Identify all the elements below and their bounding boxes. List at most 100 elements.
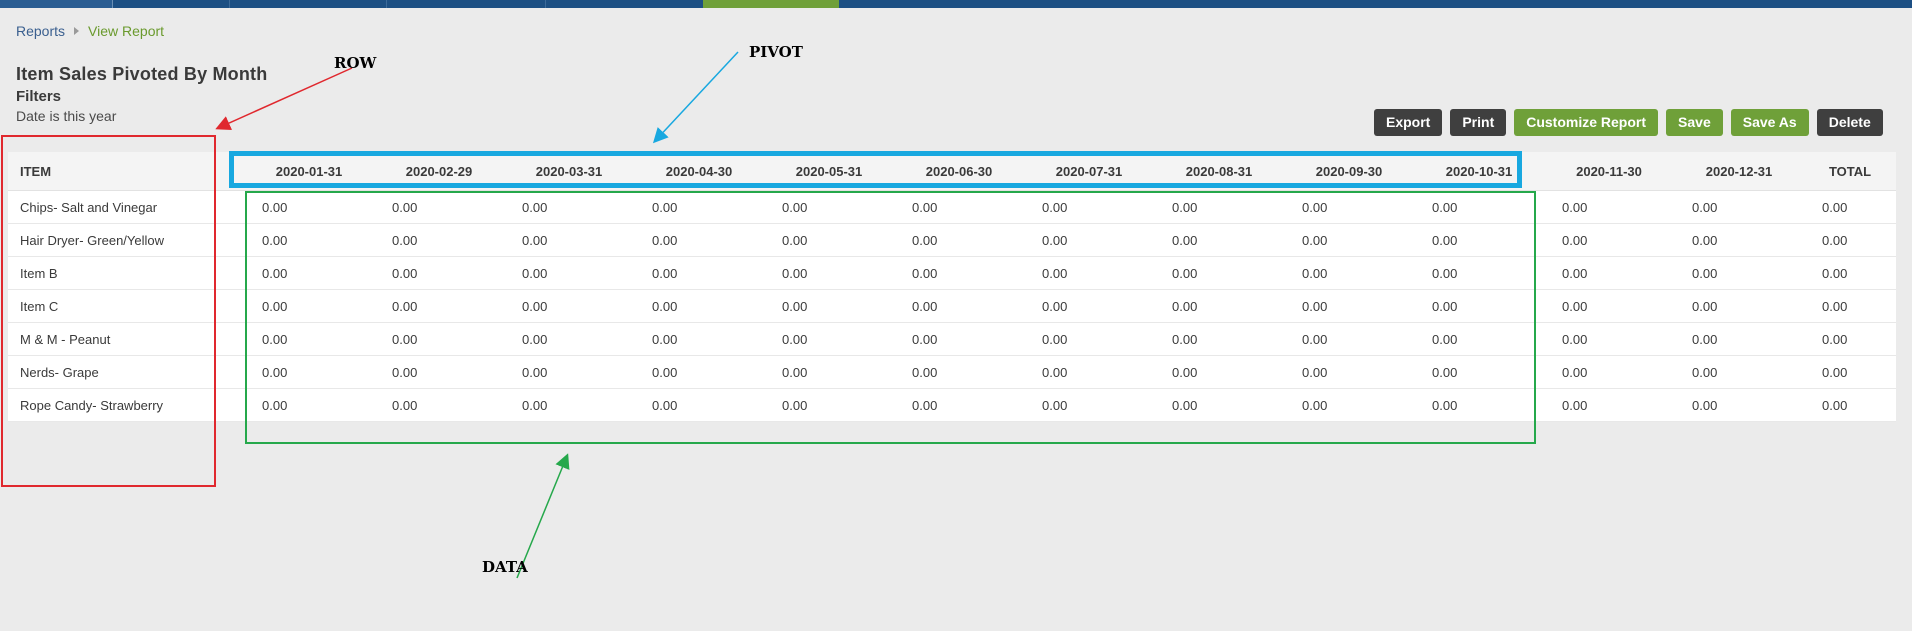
table-cell: 0.00 [1024, 289, 1154, 323]
table-cell: 0.00 [244, 322, 374, 356]
table-cell: 0.00 [244, 190, 374, 224]
table-cell: 0.00 [634, 190, 764, 224]
table-cell: 0.00 [374, 223, 504, 257]
table-cell: 0.00 [1674, 322, 1804, 356]
row-item-name: Item C [8, 289, 244, 323]
table-cell: 0.00 [1284, 289, 1414, 323]
column-header: 2020-03-31 [504, 152, 634, 191]
table-cell: 0.00 [1414, 256, 1544, 290]
table-cell: 0.00 [894, 322, 1024, 356]
table-body: Chips- Salt and Vinegar 0.00 0.00 0.00 0.00 0… [8, 190, 1896, 422]
row-item-name: Rope Candy- Strawberry [8, 388, 244, 422]
table-cell: 0.00 [1024, 190, 1154, 224]
table-cell: 0.00 [1674, 355, 1804, 389]
table-cell: 0.00 [374, 388, 504, 422]
table-cell: 0.00 [1414, 289, 1544, 323]
table-cell: 0.00 [1024, 355, 1154, 389]
table-cell: 0.00 [244, 388, 374, 422]
top-nav-bar [0, 0, 1912, 8]
table-cell: 0.00 [504, 289, 634, 323]
table-header-row: ITEM 2020-01-31 2020-02-29 2020-03-31 2020-… [8, 152, 1896, 191]
table-row: Hair Dryer- Green/Yellow 0.00 0.00 0.00 0.00… [8, 223, 1896, 257]
table-cell: 0.00 [1544, 289, 1674, 323]
table-cell: 0.00 [1414, 223, 1544, 257]
table-row: M & M - Peanut 0.00 0.00 0.00 0.00 0.00 0.00 0.… [8, 322, 1896, 356]
table-cell: 0.00 [1674, 388, 1804, 422]
table-cell: 0.00 [1804, 355, 1896, 389]
table-cell: 0.00 [374, 256, 504, 290]
table-row: Item C 0.00 0.00 0.00 0.00 0.00 0.00 0.00 0.00 0.… [8, 289, 1896, 323]
table-cell: 0.00 [634, 355, 764, 389]
print-button[interactable]: Print [1450, 109, 1507, 136]
data-annotation-label: DATA [482, 558, 528, 576]
table-cell: 0.00 [894, 289, 1024, 323]
table-cell: 0.00 [1154, 355, 1284, 389]
table-cell: 0.00 [504, 190, 634, 224]
table-cell: 0.00 [1544, 256, 1674, 290]
table-cell: 0.00 [634, 388, 764, 422]
column-header: 2020-11-30 [1544, 152, 1674, 191]
table-cell: 0.00 [1154, 190, 1284, 224]
table-row: Nerds- Grape 0.00 0.00 0.00 0.00 0.00 0.00 0.00… [8, 355, 1896, 389]
table-cell: 0.00 [244, 256, 374, 290]
nav-divider [386, 0, 387, 8]
column-header: 2020-12-31 [1674, 152, 1804, 191]
table-cell: 0.00 [1154, 223, 1284, 257]
table-cell: 0.00 [244, 223, 374, 257]
table-cell: 0.00 [634, 322, 764, 356]
chevron-right-icon [74, 27, 80, 35]
column-header: 2020-08-31 [1154, 152, 1284, 191]
pivot-arrow [652, 51, 739, 144]
table-cell: 0.00 [764, 355, 894, 389]
table-cell: 0.00 [1804, 190, 1896, 224]
table-cell: 0.00 [894, 388, 1024, 422]
table-cell: 0.00 [1414, 388, 1544, 422]
table-cell: 0.00 [244, 355, 374, 389]
table-cell: 0.00 [764, 289, 894, 323]
table-cell: 0.00 [1154, 322, 1284, 356]
table-cell: 0.00 [764, 256, 894, 290]
table-cell: 0.00 [764, 322, 894, 356]
row-annotation-label: ROW [334, 54, 377, 72]
delete-button[interactable]: Delete [1816, 109, 1883, 136]
save-as-button[interactable]: Save As [1730, 109, 1809, 136]
column-header: 2020-04-30 [634, 152, 764, 191]
breadcrumb-reports-link[interactable]: Reports [16, 23, 65, 39]
export-button[interactable]: Export [1374, 109, 1443, 136]
table-cell: 0.00 [1154, 256, 1284, 290]
table-cell: 0.00 [1284, 190, 1414, 224]
table-cell: 0.00 [374, 289, 504, 323]
report-table-container: ITEM 2020-01-31 2020-02-29 2020-03-31 2020-… [8, 152, 1896, 422]
table-cell: 0.00 [1804, 289, 1896, 323]
save-button[interactable]: Save [1666, 109, 1723, 136]
row-item-name: Chips- Salt and Vinegar [8, 190, 244, 224]
table-cell: 0.00 [1414, 355, 1544, 389]
table-cell: 0.00 [634, 289, 764, 323]
table-cell: 0.00 [504, 256, 634, 290]
table-cell: 0.00 [1414, 190, 1544, 224]
page-title: Item Sales Pivoted By Month [16, 64, 268, 84]
table-cell: 0.00 [1024, 388, 1154, 422]
table-cell: 0.00 [1414, 322, 1544, 356]
row-item-name: M & M - Peanut [8, 322, 244, 356]
table-cell: 0.00 [894, 355, 1024, 389]
table-cell: 0.00 [1544, 355, 1674, 389]
report-table: ITEM 2020-01-31 2020-02-29 2020-03-31 2020-… [8, 152, 1896, 422]
table-cell: 0.00 [1154, 289, 1284, 323]
table-cell: 0.00 [1544, 388, 1674, 422]
table-row: Chips- Salt and Vinegar 0.00 0.00 0.00 0.00 0… [8, 190, 1896, 224]
column-header: 2020-07-31 [1024, 152, 1154, 191]
table-cell: 0.00 [1544, 223, 1674, 257]
table-cell: 0.00 [374, 355, 504, 389]
column-header: 2020-02-29 [374, 152, 504, 191]
customize-report-button[interactable]: Customize Report [1514, 109, 1659, 136]
table-cell: 0.00 [894, 256, 1024, 290]
table-cell: 0.00 [1284, 322, 1414, 356]
row-item-name: Item B [8, 256, 244, 290]
table-cell: 0.00 [504, 388, 634, 422]
nav-tab-left[interactable] [0, 0, 113, 8]
table-cell: 0.00 [1284, 355, 1414, 389]
nav-tab-active[interactable] [703, 0, 839, 8]
table-cell: 0.00 [374, 322, 504, 356]
table-cell: 0.00 [764, 190, 894, 224]
